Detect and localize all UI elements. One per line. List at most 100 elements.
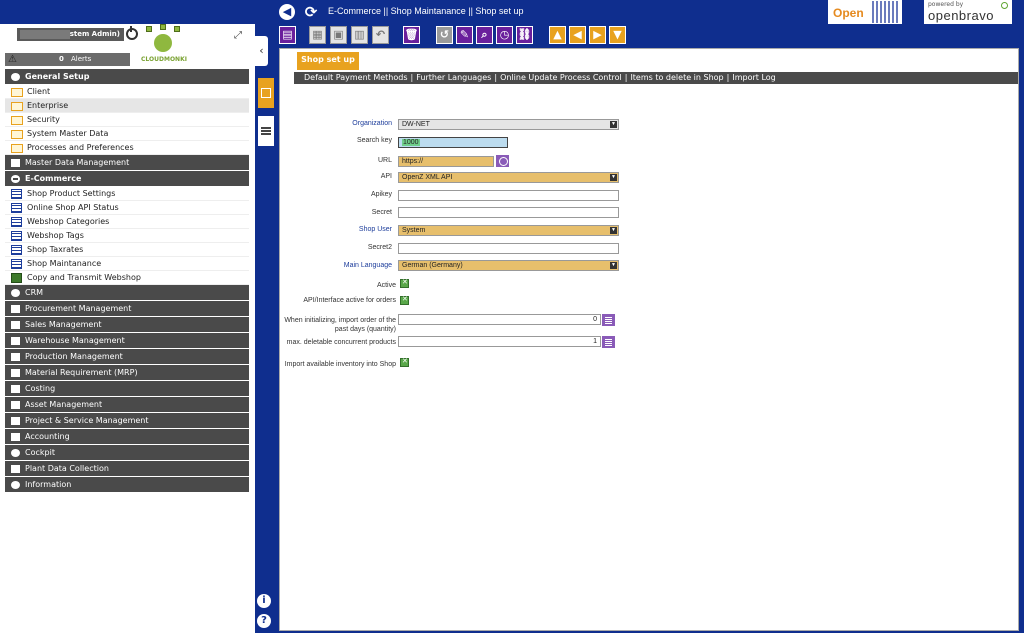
menu-item-webshop-tags[interactable]: Webshop Tags	[5, 229, 249, 243]
menu-item-security[interactable]: Security	[5, 113, 249, 127]
powered-by-text: powered by	[928, 1, 964, 8]
refresh-record-icon[interactable]: ↺	[436, 26, 453, 44]
logo-block	[174, 26, 180, 32]
tab-shop-set-up[interactable]: Shop set up	[297, 52, 359, 70]
menu-mrp[interactable]: Material Requirement (MRP)	[5, 365, 249, 381]
search-key-label: Search key	[356, 137, 392, 144]
previous-record-icon[interactable]: ◀	[569, 26, 586, 44]
dropdown-arrow-icon: ▼	[610, 174, 617, 181]
menu-item-processes-preferences[interactable]: Processes and Preferences	[5, 141, 249, 155]
secret2-input[interactable]	[398, 243, 619, 254]
link-further-languages[interactable]: Further Languages	[416, 73, 491, 82]
expand-icon[interactable]: ⤢	[234, 30, 242, 41]
menu-project[interactable]: Project & Service Management	[5, 413, 249, 429]
trash-glyph: 🗑	[404, 28, 419, 41]
secret-input[interactable]	[398, 207, 619, 218]
menu-information[interactable]: Information	[5, 477, 249, 493]
refresh-icon[interactable]: ⟳	[303, 4, 319, 20]
calculator-icon[interactable]	[602, 336, 615, 348]
link-separator: |	[494, 73, 498, 82]
grid-view-icon[interactable]	[258, 116, 274, 146]
menu-item-enterprise[interactable]: Enterprise	[5, 99, 249, 113]
collapse-menu-chevron-icon[interactable]: ‹	[255, 36, 268, 66]
forklift-icon	[11, 337, 20, 345]
globe-open-url-icon[interactable]	[496, 155, 509, 167]
attachment-icon[interactable]: ✎	[456, 26, 473, 44]
menu-general-setup[interactable]: General Setup	[5, 69, 249, 85]
form-icon	[11, 189, 22, 199]
undo-glyph: ↶	[375, 28, 386, 41]
form-icon	[11, 217, 22, 227]
menu-item-shop-product-settings[interactable]: Shop Product Settings	[5, 187, 249, 201]
folder-icon	[11, 102, 23, 111]
api-active-checkbox[interactable]	[400, 295, 409, 305]
menu-accounting[interactable]: Accounting	[5, 429, 249, 445]
menu-master-data[interactable]: Master Data Management	[5, 155, 249, 171]
menu-label: Warehouse Management	[25, 336, 125, 345]
info-icon[interactable]: i	[257, 594, 271, 608]
link-default-payment-methods[interactable]: Default Payment Methods	[304, 73, 408, 82]
link-online-update-process-control[interactable]: Online Update Process Control	[500, 73, 622, 82]
logout-power-icon[interactable]	[126, 26, 138, 40]
menu-procurement[interactable]: Procurement Management	[5, 301, 249, 317]
process-icon	[11, 273, 22, 283]
calculator-icon[interactable]	[602, 314, 615, 326]
menu-item-system-master-data[interactable]: System Master Data	[5, 127, 249, 141]
menu-plant-data[interactable]: Plant Data Collection	[5, 461, 249, 477]
organization-select[interactable]: DW-NET ▼	[398, 119, 619, 130]
menu-item-shop-maintanance[interactable]: Shop Maintanance	[5, 257, 249, 271]
folder-icon	[11, 116, 23, 125]
menu-sales[interactable]: Sales Management	[5, 317, 249, 333]
save-new-icon[interactable]: ▣	[330, 26, 347, 44]
last-record-icon[interactable]: ▼	[609, 26, 626, 44]
link-glyph: ⛓	[517, 28, 532, 41]
search-key-input[interactable]: 1000	[398, 137, 508, 148]
menu-item-online-shop-api-status[interactable]: Online Shop API Status	[5, 201, 249, 215]
menu-label: E-Commerce	[25, 174, 82, 183]
save-icon[interactable]: ▦	[309, 26, 326, 44]
first-record-icon[interactable]: ▲	[549, 26, 566, 44]
menu-warehouse[interactable]: Warehouse Management	[5, 333, 249, 349]
url-input[interactable]: https://	[398, 156, 494, 167]
delete-trash-icon[interactable]: 🗑	[403, 26, 420, 44]
active-checkbox[interactable]	[400, 278, 409, 288]
menu-ecommerce[interactable]: E-Commerce	[5, 171, 249, 187]
save-close-icon[interactable]: ▥	[351, 26, 368, 44]
secret-label: Secret	[371, 209, 392, 216]
import-inventory-checkbox[interactable]	[400, 357, 409, 367]
menu-label: Plant Data Collection	[25, 464, 109, 473]
menu-item-copy-transmit-webshop[interactable]: Copy and Transmit Webshop	[5, 271, 249, 285]
menu-cockpit[interactable]: Cockpit	[5, 445, 249, 461]
shop-user-select[interactable]: System ▼	[398, 225, 619, 236]
menu-label: Material Requirement (MRP)	[25, 368, 138, 377]
import-days-input[interactable]: 0	[398, 314, 601, 325]
new-record-icon[interactable]: ▤	[279, 26, 296, 44]
undo-icon[interactable]: ↶	[372, 26, 389, 44]
api-select[interactable]: OpenZ XML API ▼	[398, 172, 619, 183]
menu-production[interactable]: Production Management	[5, 349, 249, 365]
menu-item-webshop-categories[interactable]: Webshop Categories	[5, 215, 249, 229]
top-bar: ◀ ⟳ E-Commerce || Shop Maintanance || Sh…	[0, 0, 1024, 24]
back-arrow-icon[interactable]: ◀	[279, 4, 295, 20]
main-language-select[interactable]: German (Germany) ▼	[398, 260, 619, 271]
link-import-log[interactable]: Import Log	[732, 73, 775, 82]
menu-item-client[interactable]: Client	[5, 85, 249, 99]
form-view-icon[interactable]	[258, 78, 274, 108]
search-key-value: 1000	[402, 139, 420, 146]
menu-crm[interactable]: CRM	[5, 285, 249, 301]
menu-item-shop-taxrates[interactable]: Shop Taxrates	[5, 243, 249, 257]
content-panel: Shop set up Default Payment Methods | Furt…	[279, 48, 1019, 631]
next-record-icon[interactable]: ▶	[589, 26, 606, 44]
history-clock-icon[interactable]: ◷	[496, 26, 513, 44]
apikey-input[interactable]	[398, 190, 619, 201]
minus-circle-icon	[11, 175, 20, 183]
alerts-button[interactable]: ⚠ 0 Alerts	[5, 53, 130, 66]
link-icon[interactable]: ⛓	[516, 26, 533, 44]
menu-costing[interactable]: Costing	[5, 381, 249, 397]
menu-asset[interactable]: Asset Management	[5, 397, 249, 413]
user-role-button[interactable]: (System Admin)	[17, 28, 124, 41]
max-delete-input[interactable]: 1	[398, 336, 601, 347]
search-icon[interactable]: ⌕	[476, 26, 493, 44]
help-icon[interactable]: ?	[257, 614, 271, 628]
link-items-to-delete[interactable]: Items to delete in Shop	[630, 73, 723, 82]
